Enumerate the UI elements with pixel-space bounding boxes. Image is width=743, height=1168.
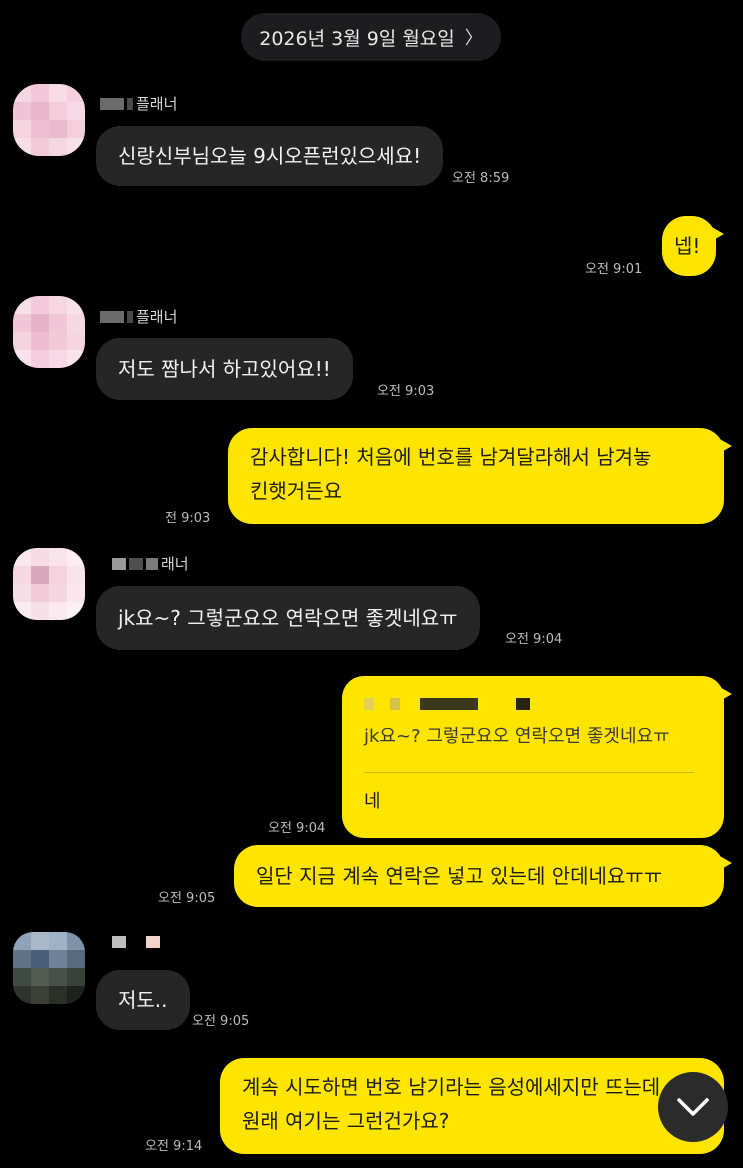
chevron-down-icon [677, 1098, 709, 1116]
sender-name: 플래너 [100, 306, 177, 327]
pixelated-avatar-image [13, 84, 85, 156]
message-time: 오전 8:59 [452, 171, 510, 186]
message-time: 오전 9:05 [192, 1014, 250, 1029]
avatar[interactable] [13, 296, 85, 368]
bubble-tail [718, 438, 732, 454]
message-time: 오전 9:03 [377, 384, 435, 399]
message-text-line: 계속 시도하면 번호 남기라는 음성에세지만 뜨는데 [242, 1075, 661, 1099]
message-text: 넵! [674, 234, 701, 258]
sender-name: 플래너 [100, 93, 177, 114]
bubble-tail [718, 686, 732, 702]
message-time: 오전 9:05 [158, 891, 216, 906]
message-time: 오전 9:04 [505, 632, 563, 647]
message-text: 저도 짬나서 하고있어요!! [118, 357, 331, 381]
message-bubble-incoming[interactable]: 신랑신부님오늘 9시오픈런있으세요! [96, 126, 444, 186]
chevron-right-icon: 〉 [464, 28, 483, 49]
date-divider[interactable]: 2026년 3월 9일 월요일 〉 [241, 13, 501, 61]
pixelated-avatar-image [13, 296, 85, 368]
message-bubble-incoming[interactable]: 저도.. [96, 970, 190, 1030]
message-text: 신랑신부님오늘 9시오픈런있으세요! [118, 144, 422, 168]
message-time: 전 9:03 [165, 511, 211, 526]
pixelated-avatar-image [13, 932, 85, 1004]
message-bubble-outgoing[interactable]: 일단 지금 계속 연락은 넣고 있는데 안데네요ㅠㅠ [234, 845, 732, 907]
avatar[interactable] [13, 932, 85, 1004]
message-bubble-incoming[interactable]: 저도 짬나서 하고있어요!! [96, 338, 353, 400]
avatar[interactable] [13, 548, 85, 620]
reply-bubble-outgoing[interactable]: jk요~? 그렇군요오 연락오면 좋겟네요ㅠ 네 [342, 676, 732, 838]
bubble-tail [718, 855, 732, 871]
message-text: 네 [364, 791, 381, 812]
message-bubble-outgoing[interactable]: 감사합니다! 처음에 번호를 남겨달라해서 남겨놓 킨햇거든요 [228, 428, 732, 524]
message-text: jk요~? 그렇군요오 연락오면 좋겟네요ㅠ [118, 606, 458, 630]
message-bubble-outgoing[interactable]: 넵! [662, 216, 724, 276]
avatar[interactable] [13, 84, 85, 156]
message-text-line: 감사합니다! 처음에 번호를 남겨달라해서 남겨놓 [250, 445, 652, 469]
message-bubble-incoming[interactable]: jk요~? 그렇군요오 연락오면 좋겟네요ㅠ [96, 586, 480, 650]
sender-name: 래너 [112, 553, 189, 574]
reply-target-name [364, 694, 708, 714]
message-time: 오전 9:14 [145, 1139, 203, 1154]
date-label: 2026년 3월 9일 월요일 [259, 27, 455, 50]
message-text-line: 킨햇거든요 [250, 479, 342, 503]
message-bubble-outgoing[interactable]: 계속 시도하면 번호 남기라는 음성에세지만 뜨는데 원래 여기는 그런건가요? [220, 1058, 724, 1154]
pixelated-avatar-image [13, 548, 85, 620]
bubble-tail [710, 226, 724, 242]
message-text: 일단 지금 계속 연락은 넣고 있는데 안데네요ㅠㅠ [256, 864, 663, 888]
message-time: 오전 9:01 [585, 262, 643, 277]
reply-divider [364, 772, 694, 773]
message-text: 저도.. [118, 988, 168, 1012]
sender-name [112, 936, 160, 948]
message-text-line: 원래 여기는 그런건가요? [242, 1109, 450, 1133]
message-time: 오전 9:04 [268, 821, 326, 836]
scroll-to-bottom-button[interactable] [658, 1072, 728, 1142]
reply-quote-text: jk요~? 그렇군요오 연락오면 좋겟네요ㅠ [364, 726, 670, 747]
